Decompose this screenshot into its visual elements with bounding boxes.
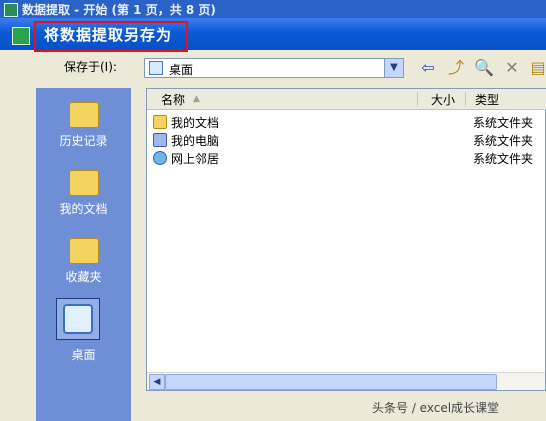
favorites-folder-icon <box>68 238 99 264</box>
back-arrow-icon[interactable]: ⇦ <box>418 58 438 78</box>
file-list[interactable]: 名称 ▲ 大小 类型 我的文档 系统文件夹 我的电脑 系统文件夹 网上邻居 系统… <box>146 88 546 391</box>
app-icon <box>4 3 18 17</box>
search-web-icon[interactable]: 🔍 <box>474 58 494 78</box>
parent-window-title: 数据提取 - 开始 (第 1 页，共 8 页) <box>22 3 216 17</box>
up-folder-icon[interactable]: ⤴ <box>446 58 466 78</box>
place-label: 桌面 <box>71 348 96 362</box>
column-type[interactable]: 类型 <box>475 91 499 108</box>
horizontal-scrollbar[interactable]: ◀ <box>147 372 545 390</box>
chevron-down-icon[interactable]: ▼ <box>384 59 403 77</box>
dialog-icon <box>12 27 30 45</box>
parent-title-bar: 数据提取 - 开始 (第 1 页，共 8 页) <box>0 0 546 18</box>
my-computer-icon <box>153 133 167 147</box>
place-label: 收藏夹 <box>65 270 102 284</box>
desktop-icon <box>149 61 163 75</box>
column-divider[interactable] <box>465 92 466 106</box>
scrollbar-thumb[interactable] <box>165 374 497 390</box>
history-folder-icon <box>68 102 99 128</box>
column-size[interactable]: 大小 <box>431 91 455 108</box>
desktop-icon <box>63 304 93 334</box>
column-name[interactable]: 名称 <box>161 91 185 108</box>
save-in-label: 保存于(I): <box>64 60 117 74</box>
save-in-value: 桌面 <box>169 63 194 77</box>
column-divider[interactable] <box>417 92 418 106</box>
place-desktop[interactable]: 桌面 <box>36 346 131 363</box>
highlight-annotation-box <box>34 21 188 52</box>
scroll-left-icon[interactable]: ◀ <box>149 374 165 390</box>
save-in-combobox[interactable]: 桌面 ▼ <box>144 58 404 78</box>
watermark: 头条号 / excel成长课堂 <box>372 401 500 415</box>
my-documents-icon <box>153 115 167 129</box>
file-list-header: 名称 ▲ 大小 类型 <box>147 89 546 110</box>
places-bar: 历史记录 我的文档 收藏夹 桌面 <box>36 88 131 421</box>
place-desktop-selected[interactable] <box>56 298 100 340</box>
place-label: 历史记录 <box>59 134 108 148</box>
delete-x-icon[interactable]: ✕ <box>502 58 522 78</box>
place-my-documents[interactable]: 我的文档 <box>36 170 131 217</box>
place-favorites[interactable]: 收藏夹 <box>36 238 131 285</box>
network-places-icon <box>153 151 167 165</box>
new-folder-icon[interactable]: ▤ <box>528 58 546 78</box>
my-documents-icon <box>68 170 99 196</box>
sort-up-icon: ▲ <box>193 94 200 104</box>
place-label: 我的文档 <box>59 202 108 216</box>
place-history[interactable]: 历史记录 <box>36 102 131 149</box>
